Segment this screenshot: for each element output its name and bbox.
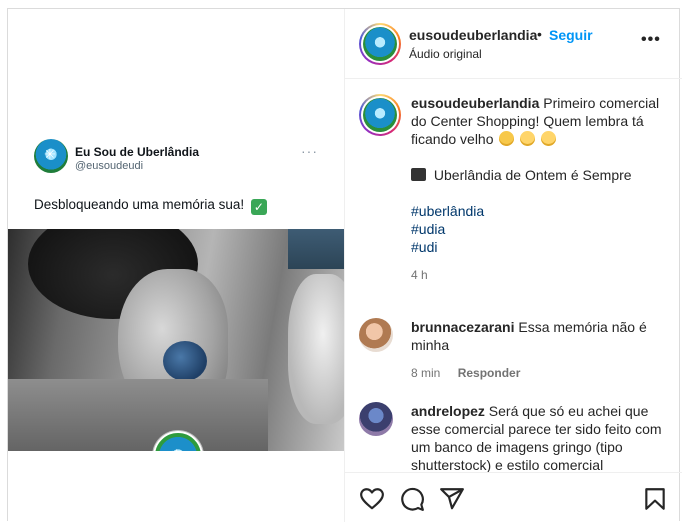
details-panel: eusoudeuberlandia • Seguir Áudio origina…	[344, 9, 682, 522]
tweet-author-name: Eu Sou de Uberlândia	[75, 145, 200, 159]
caption-avatar[interactable]	[359, 94, 401, 136]
caption-username[interactable]: eusoudeuberlandia	[411, 95, 539, 111]
embedded-tweet: Eu Sou de Uberlândia @eusoudeudi ··· Des…	[8, 139, 344, 215]
caption-timestamp[interactable]: 4 h	[411, 266, 666, 284]
tweet-more-icon: ···	[301, 143, 318, 159]
commenter-avatar[interactable]	[359, 402, 393, 436]
more-options-icon[interactable]: •••	[641, 31, 661, 49]
bookmark-icon[interactable]	[642, 486, 668, 512]
comment-body: andrelopez Será que só eu achei que esse…	[411, 402, 666, 472]
audio-link[interactable]: Áudio original	[409, 47, 482, 61]
commenter-avatar[interactable]	[359, 318, 393, 352]
post-modal: Eu Sou de Uberlândia @eusoudeudi ··· Des…	[7, 8, 682, 522]
follow-button[interactable]: Seguir	[549, 27, 593, 43]
hashtag-uberlandia[interactable]: #uberlândia	[411, 202, 666, 220]
comment-time: 8 min	[411, 366, 441, 380]
video-shirt	[8, 379, 268, 451]
post-header: eusoudeuberlandia • Seguir Áudio origina…	[345, 9, 682, 79]
older-face-emoji-icon	[541, 131, 557, 146]
caption: eusoudeuberlandia Primeiro comercial do …	[411, 94, 666, 284]
comment-meta: 8 min Responder	[411, 364, 666, 382]
video-payphone	[288, 229, 344, 269]
video-hand	[288, 274, 344, 424]
profile-avatar[interactable]	[359, 23, 401, 65]
video-player[interactable]	[8, 229, 344, 451]
comments-scroll[interactable]: eusoudeuberlandia Primeiro comercial do …	[345, 80, 682, 472]
tweet-text-line: Desbloqueando uma memória sua! ✓	[34, 197, 344, 215]
heart-icon[interactable]	[359, 486, 385, 512]
comment-username[interactable]: andrelopez	[411, 403, 485, 419]
reply-button[interactable]: Responder	[458, 366, 521, 380]
share-icon[interactable]	[439, 486, 465, 512]
tweet-author-handle: @eusoudeudi	[75, 160, 144, 172]
old-face-emoji-icon	[520, 131, 536, 146]
comment-body: brunnacezarani Essa memória não é minha …	[411, 318, 666, 382]
hashtag-udia[interactable]: #udia	[411, 220, 666, 238]
comment-icon[interactable]	[399, 486, 425, 512]
media-panel[interactable]: Eu Sou de Uberlândia @eusoudeudi ··· Des…	[8, 9, 344, 522]
caption-line2: Uberlândia de Ontem é Sempre	[433, 167, 632, 183]
video-phone	[163, 341, 207, 381]
tweet-avatar	[34, 139, 68, 173]
comment-username[interactable]: brunnacezarani	[411, 319, 514, 335]
header-username[interactable]: eusoudeuberlandia	[409, 27, 537, 43]
check-mark-icon: ✓	[250, 199, 267, 215]
action-bar	[345, 472, 682, 522]
grinning-emoji-icon	[499, 131, 515, 146]
clapper-board-icon	[411, 168, 426, 181]
hashtag-udi[interactable]: #udi	[411, 238, 666, 256]
tweet-header: Eu Sou de Uberlândia @eusoudeudi ···	[34, 139, 344, 177]
separator-dot: •	[537, 26, 542, 42]
tweet-text: Desbloqueando uma memória sua!	[34, 197, 245, 212]
